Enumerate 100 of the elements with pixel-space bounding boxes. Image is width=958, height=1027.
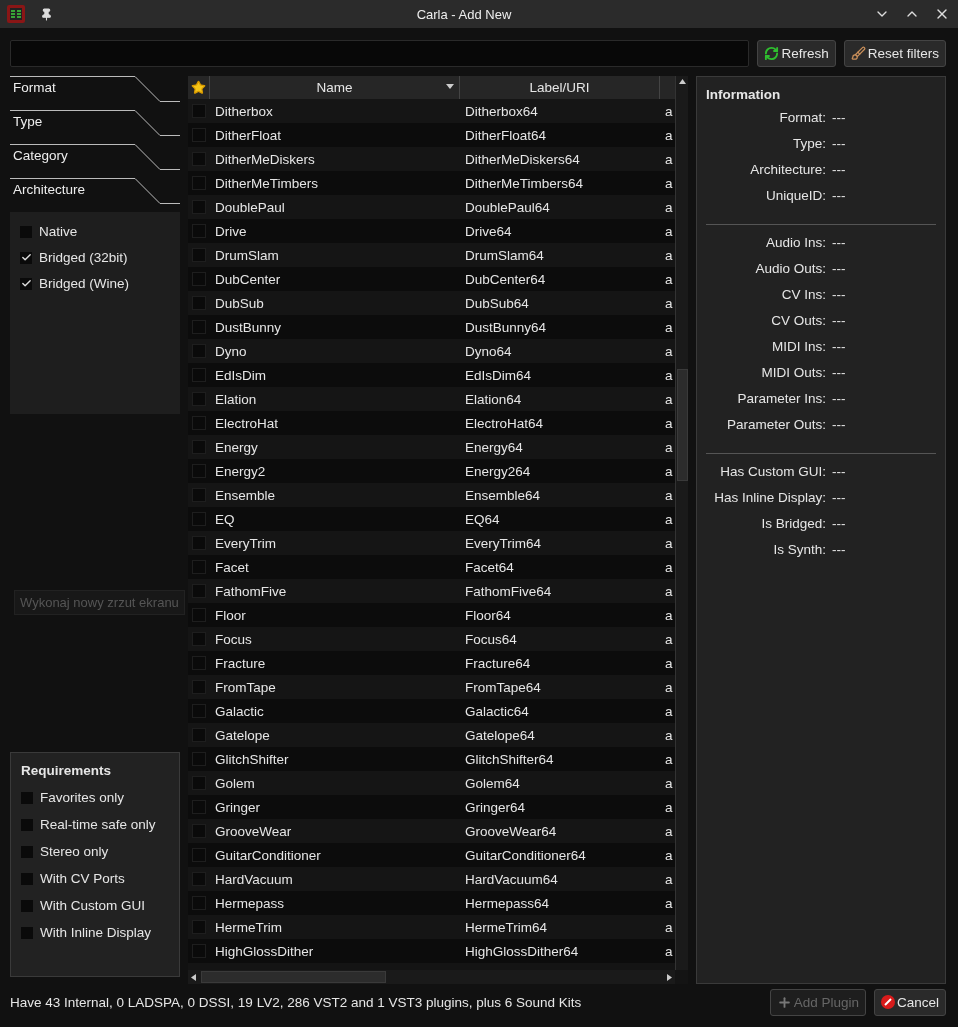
reset-filters-button[interactable]: Reset filters [843, 40, 946, 67]
info-field: Audio Outs: --- [706, 261, 846, 276]
table-cell-text: Focus64 [464, 631, 518, 647]
table-cell-text: Hermepass64 [464, 895, 551, 911]
table-row[interactable]: DustBunny DustBunny64 a [188, 315, 675, 339]
table-cell-text: HermeTrim64 [464, 919, 548, 935]
app-icon [6, 4, 26, 24]
table-cell-text: HighGlossDither [214, 943, 315, 959]
table-row[interactable]: ElectroHat ElectroHat64 a [188, 411, 675, 435]
info-field: Type: --- [706, 136, 846, 151]
refresh-button[interactable]: Refresh [757, 40, 836, 67]
info-field: Parameter Ins: --- [706, 391, 846, 406]
checkbox[interactable] [21, 818, 33, 831]
table-cell-text: ElectroHat [214, 415, 280, 431]
table-cell-text: a [664, 319, 674, 335]
table-row[interactable]: Galactic Galactic64 a [188, 699, 675, 723]
checkbox-label: Native [39, 224, 78, 239]
table-cell-text: Golem [214, 775, 256, 791]
checkbox[interactable] [21, 872, 33, 885]
scrollbar-thumb[interactable] [676, 369, 688, 481]
table-cell-text: HighGlossDither64 [464, 943, 580, 959]
table-row[interactable]: HighGlossDither HighGlossDither64 a [188, 939, 675, 963]
table-cell-text: Ensemble64 [464, 487, 542, 503]
table-row[interactable]: Fracture Fracture64 a [188, 651, 675, 675]
checkbox[interactable] [21, 899, 33, 912]
table-row[interactable]: Energy2 Energy264 a [188, 459, 675, 483]
table-cell-text: a [664, 127, 674, 143]
scroll-up-icon[interactable] [676, 76, 688, 87]
table-row[interactable]: Gringer Gringer64 a [188, 795, 675, 819]
table-cell-text: Gringer [214, 799, 261, 815]
checkbox[interactable] [20, 277, 32, 290]
checkbox-label: Favorites only [40, 790, 125, 805]
table-cell-text: Facet64 [464, 559, 515, 575]
cancel-button[interactable]: Cancel [873, 988, 946, 1016]
table-cell-text: Facet [214, 559, 250, 575]
table-cell-text: a [664, 391, 674, 407]
table-row[interactable]: GlitchShifter GlitchShifter64 a [188, 747, 675, 771]
info-field: Architecture: --- [706, 162, 846, 177]
table-cell-text: Energy2 [214, 463, 267, 479]
filter-tab[interactable]: Format [10, 76, 180, 110]
info-field: Is Bridged: --- [706, 516, 846, 531]
scroll-right-icon[interactable] [664, 971, 675, 983]
filter-tab[interactable]: Category [10, 144, 180, 178]
table-row[interactable]: EQ EQ64 a [188, 507, 675, 531]
checkbox-label: Bridged (Wine) [39, 276, 130, 291]
table-cell-text: Galactic [214, 703, 265, 719]
info-field: Format: --- [706, 110, 846, 125]
table-row[interactable]: GuitarConditioner GuitarConditioner64 a [188, 843, 675, 867]
table-row[interactable]: Floor Floor64 a [188, 603, 675, 627]
table-row[interactable]: Hermepass Hermepass64 a [188, 891, 675, 915]
status-text: Have 43 Internal, 0 LADSPA, 0 DSSI, 19 LV2, 286 VST2 and 1 VST3 plugins, plus 6 Sound Kits [10, 994, 583, 1010]
checkbox-label: With Custom GUI [40, 898, 145, 913]
table-cell-text: a [664, 751, 674, 767]
filter-tab[interactable]: Architecture [10, 178, 180, 212]
checkbox[interactable] [21, 845, 33, 858]
table-cell-text: Dyno [214, 343, 248, 359]
table-cell-text: a [664, 295, 674, 311]
table-cell-text: a [664, 511, 674, 527]
checkbox-label: Real-time safe only [40, 817, 156, 832]
table-cell-text: DoublePaul [214, 199, 286, 215]
scroll-left-icon[interactable] [188, 971, 199, 983]
table-row[interactable]: Facet Facet64 a [188, 555, 675, 579]
filter-tab[interactable]: Type [10, 110, 180, 144]
table-row[interactable]: Drive Drive64 a [188, 219, 675, 243]
info-field: CV Outs: --- [706, 313, 846, 328]
table-row[interactable]: DubCenter DubCenter64 a [188, 267, 675, 291]
table-cell-text: a [664, 943, 674, 959]
table-cell-text: DrumSlam [214, 247, 280, 263]
search-field[interactable] [10, 40, 750, 67]
table-row[interactable]: DitherFloat DitherFloat64 a [188, 123, 675, 147]
table-cell-text: DitherFloat64 [464, 127, 548, 143]
info-field: MIDI Ins: --- [706, 339, 846, 354]
table-cell-text: DustBunny [214, 319, 283, 335]
table-cell-text: DubCenter [214, 271, 282, 287]
info-field: Is Synth: --- [706, 542, 846, 557]
checkbox[interactable] [21, 791, 33, 804]
sort-icon [446, 84, 454, 89]
table-cell-text: a [664, 343, 674, 359]
refresh-icon [764, 46, 780, 61]
checkbox[interactable] [20, 251, 32, 264]
horizontal-scrollbar[interactable] [188, 970, 675, 984]
table-cell-text: a [664, 871, 674, 887]
table-cell-text: GlitchShifter64 [464, 751, 555, 767]
table-row[interactable]: DitherMeTimbers DitherMeTimbers64 a [188, 171, 675, 195]
table-cell-text: EQ64 [464, 511, 501, 527]
table-cell-text: a [664, 655, 674, 671]
table-cell-text: a [664, 175, 674, 191]
table-cell-text: Gringer64 [464, 799, 527, 815]
cancel-icon [880, 995, 895, 1009]
checkbox[interactable] [21, 926, 33, 939]
table-row[interactable]: EdIsDim EdIsDim64 a [188, 363, 675, 387]
table-cell-text: Ditherbox [214, 103, 274, 119]
table-cell-text: Ditherbox64 [464, 103, 539, 119]
scrollbar-thumb[interactable] [201, 971, 386, 983]
table-cell-text: Fracture [214, 655, 267, 671]
table-cell-text: ElectroHat64 [464, 415, 545, 431]
checkbox-label: With CV Ports [40, 871, 125, 886]
vertical-scrollbar[interactable] [675, 76, 688, 970]
table-cell-text: EveryTrim [214, 535, 277, 551]
table-cell-text: Hermepass [214, 895, 286, 911]
